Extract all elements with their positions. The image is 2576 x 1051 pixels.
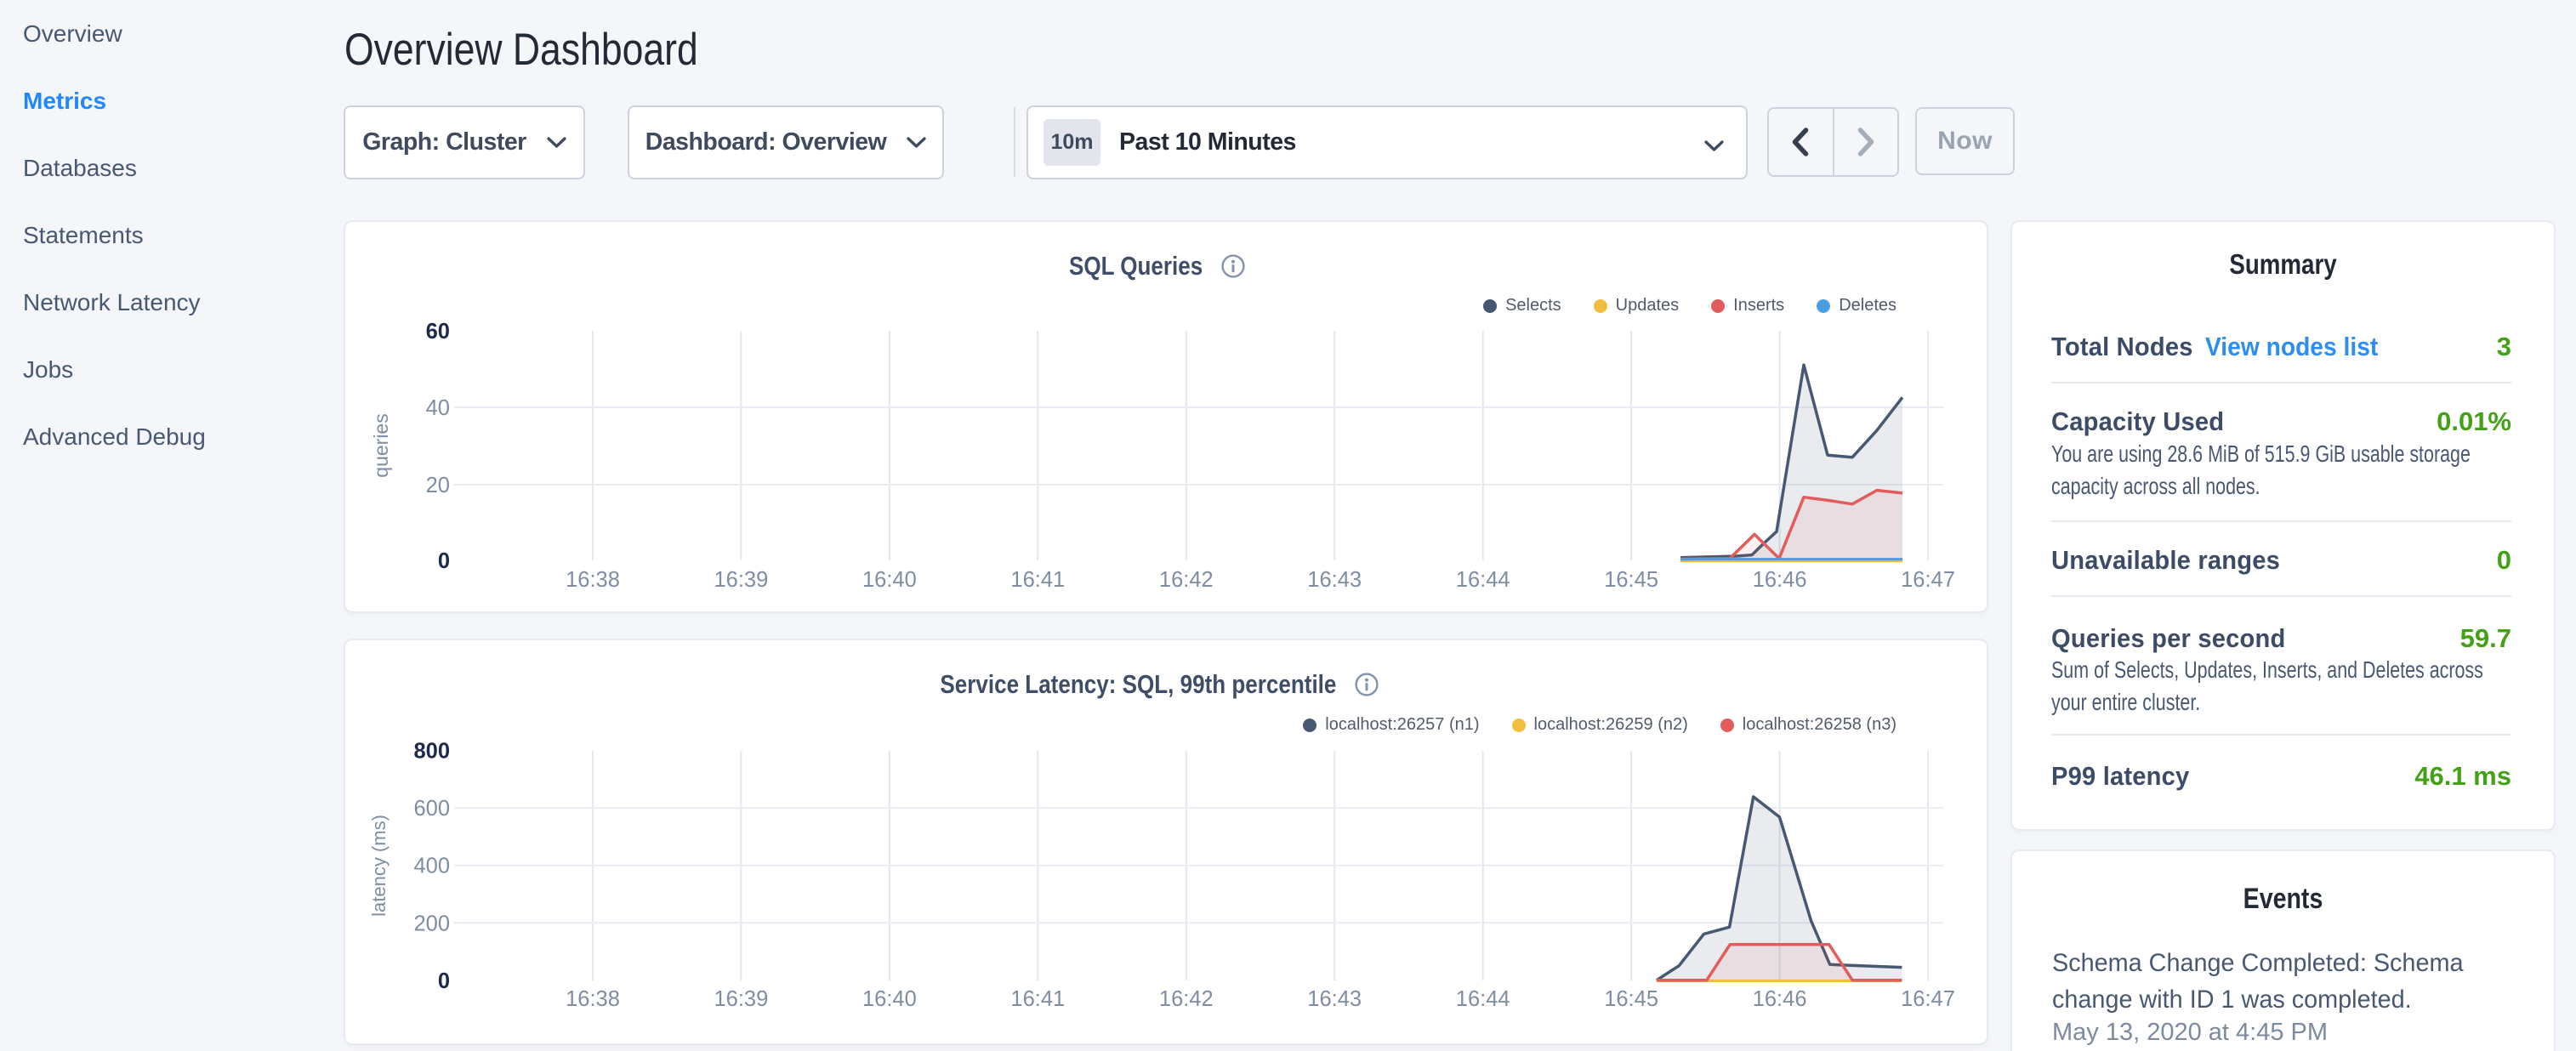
svg-text:800: 800	[413, 740, 450, 764]
svg-text:16:38: 16:38	[566, 568, 620, 592]
svg-text:latency (ms): latency (ms)	[368, 815, 390, 917]
svg-text:16:39: 16:39	[714, 987, 768, 1011]
svg-text:16:46: 16:46	[1753, 568, 1807, 592]
svg-text:16:42: 16:42	[1159, 568, 1214, 592]
svg-text:16:40: 16:40	[862, 568, 917, 592]
svg-text:16:47: 16:47	[1901, 987, 1955, 1011]
svg-text:16:44: 16:44	[1456, 987, 1510, 1011]
svg-text:400: 400	[413, 855, 450, 878]
svg-text:200: 200	[413, 912, 450, 935]
svg-text:16:45: 16:45	[1604, 568, 1658, 592]
svg-text:16:41: 16:41	[1010, 568, 1065, 592]
svg-text:16:43: 16:43	[1307, 568, 1362, 592]
svg-text:0: 0	[438, 549, 450, 573]
svg-text:0: 0	[438, 969, 450, 993]
svg-text:16:42: 16:42	[1159, 987, 1214, 1011]
svg-text:16:47: 16:47	[1901, 568, 1955, 592]
svg-text:60: 60	[426, 320, 450, 344]
svg-text:16:43: 16:43	[1307, 987, 1362, 1011]
svg-text:16:44: 16:44	[1456, 568, 1510, 592]
svg-text:16:46: 16:46	[1753, 987, 1807, 1011]
svg-text:16:41: 16:41	[1010, 987, 1065, 1011]
svg-text:16:45: 16:45	[1604, 987, 1658, 1011]
svg-text:600: 600	[413, 797, 450, 821]
svg-text:16:38: 16:38	[566, 987, 620, 1011]
svg-text:16:39: 16:39	[714, 568, 768, 592]
svg-text:queries: queries	[370, 413, 392, 477]
svg-text:16:40: 16:40	[862, 987, 917, 1011]
svg-text:20: 20	[426, 474, 450, 497]
svg-text:40: 40	[426, 396, 450, 420]
